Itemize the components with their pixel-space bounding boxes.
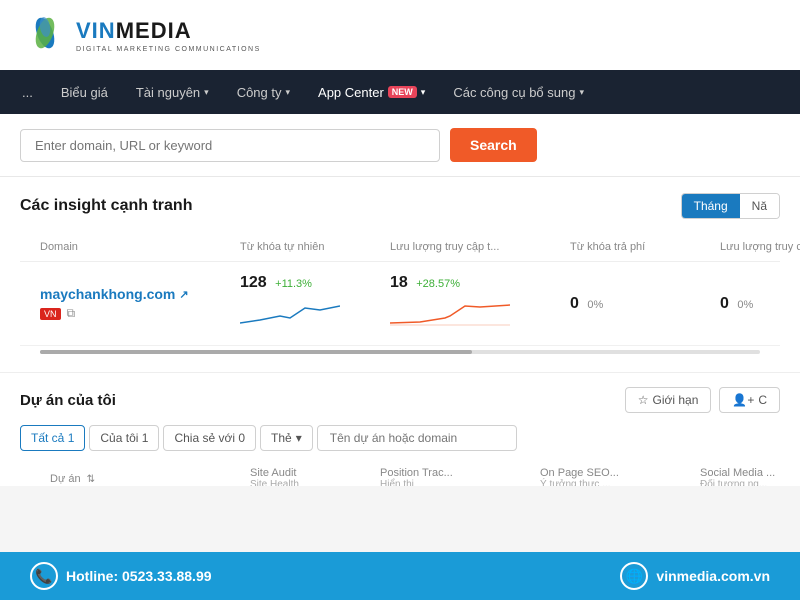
search-button[interactable]: Search — [450, 128, 537, 162]
insights-table-header: Domain Từ khóa tự nhiên Lưu lượng truy c… — [20, 233, 780, 262]
insights-title: Các insight cạnh tranh — [20, 197, 192, 215]
flag-vn: VN — [40, 308, 61, 320]
proj-col-social: Social Media ... Đối tượng ng... — [700, 467, 800, 486]
proj-col-onpage: On Page SEO... Ý tưởng thực ... — [540, 467, 700, 486]
domain-link[interactable]: maychankhong.com ↗ — [40, 286, 240, 302]
header-logo-area: VINMEDIA DIGITAL MARKETING COMMUNICATION… — [0, 0, 800, 70]
search-input[interactable] — [20, 129, 440, 162]
insights-tab-group: Tháng Nă — [681, 193, 780, 219]
tag-dropdown[interactable]: Thẻ ▾ — [260, 425, 313, 451]
scroll-bar-container[interactable] — [20, 346, 780, 362]
globe-icon: 🌐 — [620, 562, 648, 590]
footer-hotline: 📞 Hotline: 0523.33.88.99 — [30, 562, 212, 590]
projects-header: Dự án của tôi ☆ Giới hạn 👤+ C — [20, 387, 780, 413]
projects-actions: ☆ Giới hạn 👤+ C — [625, 387, 780, 413]
insights-header: Các insight cạnh tranh Tháng Nă — [20, 193, 780, 219]
insights-section: Các insight cạnh tranh Tháng Nă Domain T… — [0, 177, 800, 373]
add-button[interactable]: 👤+ C — [719, 387, 780, 413]
limit-button[interactable]: ☆ Giới hạn — [625, 387, 712, 413]
copy-icon[interactable]: ⧉ — [67, 306, 76, 321]
nav-item-tools[interactable]: Các công cụ bổ sung ▾ — [441, 77, 596, 108]
nav-item-appcenter[interactable]: App Center NEW ▾ — [306, 77, 437, 108]
logo-subtitle: DIGITAL MARKETING COMMUNICATIONS — [76, 46, 261, 53]
paid-traffic-cell: 0 0% — [720, 295, 800, 313]
col-organic-traffic: Lưu lượng truy cập t... — [390, 241, 570, 253]
traffic-sparkline — [390, 298, 570, 333]
tab-nam[interactable]: Nă — [740, 194, 779, 218]
filter-tab-all[interactable]: Tất cả 1 — [20, 425, 85, 451]
chevron-down-icon: ▾ — [286, 87, 291, 98]
proj-col-position: Position Trac... Hiển thị — [380, 467, 540, 486]
main-content: Các insight cạnh tranh Tháng Nă Domain T… — [0, 177, 800, 486]
chevron-down-icon: ▾ — [579, 87, 584, 98]
filter-tab-shared[interactable]: Chia sẻ với 0 — [163, 425, 256, 451]
scroll-thumb[interactable] — [40, 350, 472, 354]
organic-sparkline — [240, 298, 390, 333]
insights-table-row: maychankhong.com ↗ VN ⧉ 128 +11.3% — [20, 262, 780, 346]
logo-leaf-icon — [20, 15, 70, 55]
proj-col-siteaudit: Site Audit Site Health — [250, 467, 380, 486]
logo-text: VINMEDIA — [76, 18, 261, 44]
col-organic-kw: Từ khóa tự nhiên — [240, 241, 390, 253]
projects-table-header: Dự án ⇅ Site Audit Site Health Position … — [20, 461, 780, 486]
nav-item-dots[interactable]: ... — [10, 77, 45, 108]
external-link-icon: ↗ — [179, 288, 188, 301]
projects-title: Dự án của tôi — [20, 392, 116, 409]
col-paid-kw: Từ khóa trả phí — [570, 241, 720, 253]
footer-bar: 📞 Hotline: 0523.33.88.99 🌐 vinmedia.com.… — [0, 552, 800, 600]
nav-item-bieugía[interactable]: Biểu giá — [49, 77, 120, 108]
add-icon: 👤+ — [732, 393, 754, 407]
search-bar: Search — [0, 114, 800, 177]
sort-icon[interactable]: ⇅ — [87, 474, 95, 485]
nav-item-tainguyen[interactable]: Tài nguyên ▾ — [124, 77, 221, 108]
projects-section: Dự án của tôi ☆ Giới hạn 👤+ C Tất cả 1 — [0, 373, 800, 486]
tab-thang[interactable]: Tháng — [682, 194, 740, 218]
chevron-down-icon: ▾ — [421, 87, 426, 98]
footer-website: 🌐 vinmedia.com.vn — [620, 562, 770, 590]
domain-flags: VN ⧉ — [40, 306, 240, 321]
nav-item-congty[interactable]: Công ty ▾ — [225, 77, 302, 108]
scroll-track — [40, 350, 760, 354]
chevron-down-icon: ▾ — [296, 431, 302, 445]
phone-icon: 📞 — [30, 562, 58, 590]
new-badge: NEW — [388, 86, 417, 98]
nav-bar: ... Biểu giá Tài nguyên ▾ Công ty ▾ App … — [0, 70, 800, 114]
chevron-down-icon: ▾ — [204, 87, 209, 98]
proj-col-name: Dự án ⇅ — [50, 473, 250, 485]
organic-kw-cell: 128 +11.3% — [240, 274, 390, 333]
col-paid-traffic: Lưu lượng truy cập t... — [720, 241, 800, 253]
project-search-input[interactable] — [317, 425, 517, 451]
organic-traffic-cell: 18 +28.57% — [390, 274, 570, 333]
paid-kw-cell: 0 0% — [570, 295, 720, 313]
star-icon: ☆ — [638, 393, 649, 407]
domain-cell: maychankhong.com ↗ VN ⧉ — [40, 286, 240, 321]
filter-tabs: Tất cả 1 Của tôi 1 Chia sẻ với 0 Thẻ ▾ — [20, 425, 780, 451]
logo[interactable]: VINMEDIA DIGITAL MARKETING COMMUNICATION… — [20, 15, 261, 55]
filter-tab-mine[interactable]: Của tôi 1 — [89, 425, 159, 451]
col-domain: Domain — [40, 241, 240, 253]
